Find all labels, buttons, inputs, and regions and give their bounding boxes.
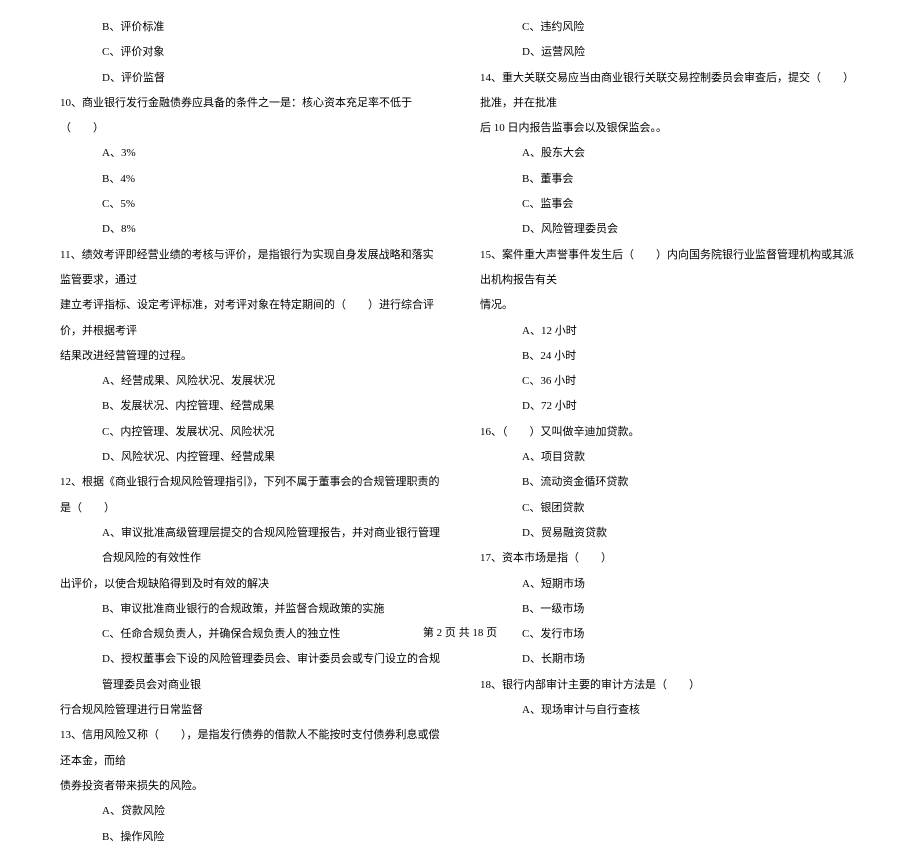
q15-opt-d: D、72 小时: [480, 394, 860, 419]
q13-opt-c: C、违约风险: [480, 15, 860, 40]
q18-opt-a: A、现场审计与自行查核: [480, 698, 860, 723]
q12-opt-d-l2: 行合规风险管理进行日常监督: [60, 698, 440, 723]
left-column: B、评价标准 C、评价对象 D、评价监督 10、商业银行发行金融债券应具备的条件…: [60, 15, 460, 610]
q15-opt-c: C、36 小时: [480, 369, 860, 394]
q13-stem-l2: 债券投资者带来损失的风险。: [60, 774, 440, 799]
page-footer: 第 2 页 共 18 页: [0, 624, 920, 640]
q14-opt-d: D、风险管理委员会: [480, 217, 860, 242]
q17-stem: 17、资本市场是指（ ）: [480, 546, 860, 571]
q15-opt-b: B、24 小时: [480, 344, 860, 369]
q13-opt-b: B、操作风险: [60, 825, 440, 850]
q16-opt-a: A、项目贷款: [480, 445, 860, 470]
q13-stem-l1: 13、信用风险又称（ ），是指发行债券的借款人不能按时支付债券利息或偿还本金，而…: [60, 723, 440, 774]
q14-stem-l2: 后 10 日内报告监事会以及银保监会。。: [480, 116, 860, 141]
page-container: B、评价标准 C、评价对象 D、评价监督 10、商业银行发行金融债券应具备的条件…: [0, 0, 920, 610]
q11-stem-l1: 11、绩效考评即经营业绩的考核与评价，是指银行为实现自身发展战略和落实监管要求，…: [60, 243, 440, 294]
q17-opt-b: B、一级市场: [480, 597, 860, 622]
q11-opt-c: C、内控管理、发展状况、风险状况: [60, 420, 440, 445]
q13-opt-d: D、运营风险: [480, 40, 860, 65]
q10-opt-d: D、8%: [60, 217, 440, 242]
q10-stem: 10、商业银行发行金融债券应具备的条件之一是：核心资本充足率不低于（ ）: [60, 91, 440, 142]
right-column: C、违约风险 D、运营风险 14、重大关联交易应当由商业银行关联交易控制委员会审…: [460, 15, 860, 610]
q11-stem-l2: 建立考评指标、设定考评标准，对考评对象在特定期间的（ ）进行综合评价，并根据考评: [60, 293, 440, 344]
q11-opt-d: D、风险状况、内控管理、经营成果: [60, 445, 440, 470]
q12-stem: 12、根据《商业银行合规风险管理指引》，下列不属于董事会的合规管理职责的是（ ）: [60, 470, 440, 521]
q11-opt-a: A、经营成果、风险状况、发展状况: [60, 369, 440, 394]
q15-stem-l1: 15、案件重大声誉事件发生后（ ）内向国务院银行业监督管理机构或其派出机构报告有…: [480, 243, 860, 294]
q14-stem-l1: 14、重大关联交易应当由商业银行关联交易控制委员会审查后，提交（ ）批准，并在批…: [480, 66, 860, 117]
q14-opt-c: C、监事会: [480, 192, 860, 217]
q17-opt-d: D、长期市场: [480, 647, 860, 672]
q9-opt-c: C、评价对象: [60, 40, 440, 65]
q16-opt-c: C、银团贷款: [480, 496, 860, 521]
q11-stem-l3: 结果改进经营管理的过程。: [60, 344, 440, 369]
q18-stem: 18、银行内部审计主要的审计方法是（ ）: [480, 673, 860, 698]
q15-opt-a: A、12 小时: [480, 319, 860, 344]
q12-opt-a-l2: 出评价，以使合规缺陷得到及时有效的解决: [60, 572, 440, 597]
q11-opt-b: B、发展状况、内控管理、经营成果: [60, 394, 440, 419]
q16-opt-d: D、贸易融资贷款: [480, 521, 860, 546]
q9-opt-d: D、评价监督: [60, 66, 440, 91]
q16-stem: 16、（ ）又叫做辛迪加贷款。: [480, 420, 860, 445]
q10-opt-c: C、5%: [60, 192, 440, 217]
q14-opt-a: A、股东大会: [480, 141, 860, 166]
q9-opt-b: B、评价标准: [60, 15, 440, 40]
q14-opt-b: B、董事会: [480, 167, 860, 192]
q12-opt-a-l1: A、审议批准高级管理层提交的合规风险管理报告，并对商业银行管理合规风险的有效性作: [60, 521, 440, 572]
q10-opt-a: A、3%: [60, 141, 440, 166]
q10-opt-b: B、4%: [60, 167, 440, 192]
q13-opt-a: A、贷款风险: [60, 799, 440, 824]
q16-opt-b: B、流动资金循环贷款: [480, 470, 860, 495]
q15-stem-l2: 情况。: [480, 293, 860, 318]
q12-opt-b: B、审议批准商业银行的合规政策，并监督合规政策的实施: [60, 597, 440, 622]
q12-opt-d-l1: D、授权董事会下设的风险管理委员会、审计委员会或专门设立的合规管理委员会对商业银: [60, 647, 440, 698]
q17-opt-a: A、短期市场: [480, 572, 860, 597]
